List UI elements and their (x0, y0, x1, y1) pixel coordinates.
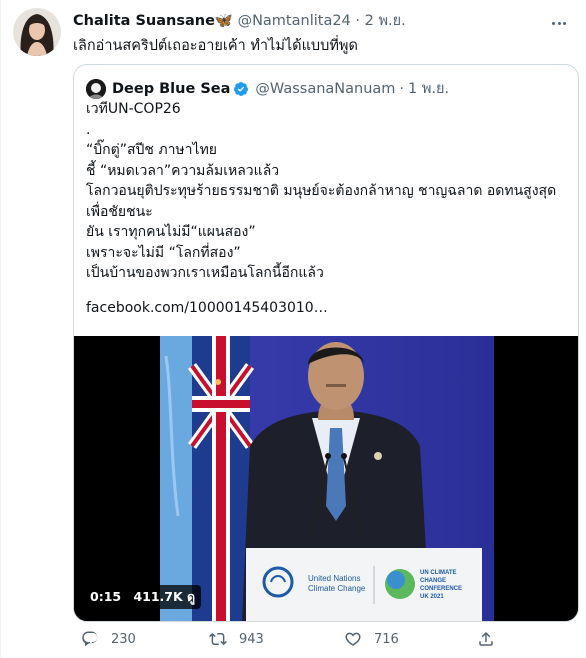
quote-header: Deep Blue Sea @WassanaNanuam · 1 พ.ย. (86, 77, 449, 100)
quote-line: ยัน เราทุกคนไม่มี“แผนสอง” (86, 224, 256, 240)
video-badge: 0:15 411.7K ดู (84, 585, 202, 609)
tweet-actions: 230 943 716 (73, 630, 553, 654)
quote-line: เพื่อชัยชนะ (86, 203, 153, 220)
quote-author-name[interactable]: Deep Blue Sea (112, 81, 230, 97)
podium-org2-text: Climate Change (308, 584, 366, 593)
author-name[interactable]: Chalita Suansane (73, 13, 215, 29)
quote-line: ชี้ “หมดเวลา”ความล้มเหลวแล้ว (86, 162, 280, 179)
like-count: 716 (374, 631, 399, 647)
retweet-count: 943 (239, 631, 264, 647)
verified-badge-icon (234, 81, 249, 96)
video-duration: 0:15 (90, 589, 122, 604)
author-handle[interactable]: @Namtanlita24 (238, 13, 351, 29)
podium-org-text: United Nations (308, 574, 360, 583)
avatar[interactable] (13, 8, 61, 56)
heart-icon (345, 632, 361, 646)
share-icon (479, 631, 493, 646)
quote-line: โลกวอนยุติประทุษร้ายธรรมชาติ มนุษย์จะต้อ… (86, 183, 557, 199)
video-player[interactable]: United Nations Climate Change UN CLIMATE… (74, 336, 578, 621)
retweet-icon (209, 632, 227, 646)
retweet-button[interactable]: 943 (209, 630, 264, 648)
tweet-text: เลิกอ่านสคริปต์เถอะอายเค้า ทำไม่ได้แบบที… (73, 38, 358, 54)
quote-line: เป็นบ้านของพวกเราเหมือนโลกนี้อีกแล้ว (86, 265, 324, 281)
more-options-icon[interactable] (552, 10, 572, 26)
podium-conf-text: UN CLIMATE (420, 570, 457, 576)
svg-text:UK 2021: UK 2021 (420, 594, 444, 600)
separator-dot: · (399, 80, 405, 97)
quote-link[interactable]: facebook.com/10000145403010… (86, 298, 556, 319)
like-button[interactable]: 716 (344, 630, 399, 648)
tweet-time[interactable]: 2 พ.ย. (365, 13, 406, 29)
svg-text:CONFERENCE: CONFERENCE (420, 586, 462, 592)
quote-avatar[interactable] (86, 78, 106, 99)
reply-count: 230 (111, 631, 136, 647)
reply-button[interactable]: 230 (81, 630, 136, 648)
share-button[interactable] (477, 630, 507, 648)
separator-dot: · (355, 13, 360, 29)
quote-line: “บิ๊กตู่”สปีช ภาษาไทย (86, 142, 217, 158)
quoted-tweet[interactable]: Deep Blue Sea @WassanaNanuam · 1 พ.ย. เว… (73, 64, 579, 622)
quote-line: เพราะจะไม่มี “โลกที่สอง” (86, 244, 241, 261)
quote-handle[interactable]: @WassanaNanuam (255, 81, 395, 97)
quote-line: เวทีUN-COP26 (86, 101, 181, 117)
tweet[interactable]: Chalita Suansane🦋 @Namtanlita24 · 2 พ.ย.… (0, 0, 586, 658)
quote-time[interactable]: 1 พ.ย. (408, 77, 449, 100)
quote-text: เวทีUN-COP26 . “บิ๊กตู่”สปีช ภาษาไทย ชี้… (86, 99, 556, 318)
butterfly-emoji: 🦋 (214, 13, 233, 29)
tweet-header: Chalita Suansane🦋 @Namtanlita24 · 2 พ.ย. (73, 9, 406, 32)
reply-icon (82, 631, 98, 647)
svg-text:CHANGE: CHANGE (420, 578, 446, 584)
video-views: 411.7K ดู (133, 589, 196, 604)
video-frame: United Nations Climate Change UN CLIMATE… (74, 336, 578, 621)
quote-line: . (86, 121, 91, 138)
